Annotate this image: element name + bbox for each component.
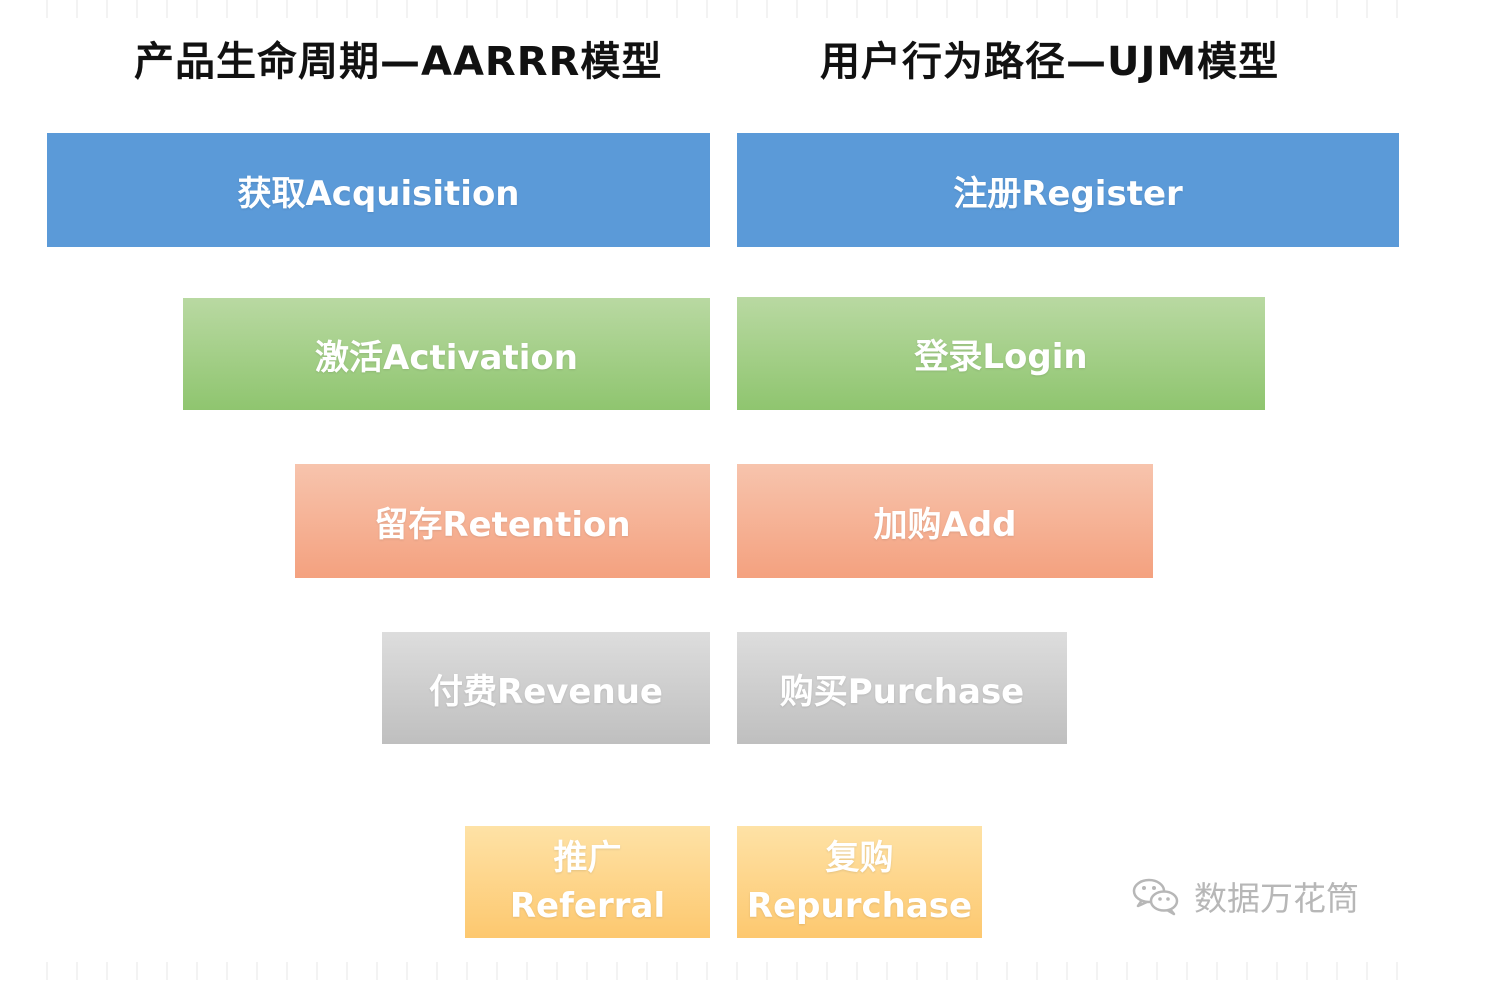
ujm-login-label: 登录Login (914, 337, 1088, 377)
aarrr-activation-box: 激活Activation (183, 298, 710, 410)
aarrr-model-title: 产品生命周期—AARRR模型 (134, 39, 663, 85)
ujm-add-label: 加购Add (873, 504, 1017, 545)
aarrr-activation-label: 激活Activation (315, 337, 578, 378)
aarrr-revenue-box: 付费Revenue (382, 632, 710, 744)
ujm-register-label: 注册Register (953, 173, 1183, 214)
aarrr-retention-box: 留存Retention (295, 464, 710, 578)
bottom-ruler (46, 962, 1400, 980)
ujm-register-box: 注册Register (737, 133, 1399, 247)
watermark-text: 数据万花筒 (1194, 879, 1359, 918)
ujm-model-title: 用户行为路径—UJM模型 (820, 39, 1280, 85)
ujm-repurchase-box: 复购 Repurchase (737, 826, 982, 938)
ujm-login-box: 登录Login (737, 297, 1265, 410)
ujm-add-box: 加购Add (737, 464, 1153, 578)
wechat-icon (1132, 878, 1179, 916)
ujm-repurchase-label-cn: 复购 (825, 838, 894, 878)
ujm-purchase-box: 购买Purchase (737, 632, 1067, 744)
aarrr-acquisition-box: 获取Acquisition (47, 133, 710, 247)
watermark: 数据万花筒 (1128, 872, 1359, 920)
ujm-repurchase-label-en: Repurchase (746, 886, 973, 926)
aarrr-retention-label: 留存Retention (374, 504, 631, 545)
aarrr-acquisition-label: 获取Acquisition (237, 173, 520, 214)
aarrr-referral-label-cn: 推广 (553, 838, 622, 878)
aarrr-referral-box: 推广 Referral (465, 826, 710, 938)
aarrr-referral-label-en: Referral (509, 886, 666, 926)
top-ruler (46, 0, 1400, 18)
ujm-purchase-label: 购买Purchase (779, 671, 1025, 712)
aarrr-revenue-label: 付费Revenue (429, 671, 663, 712)
